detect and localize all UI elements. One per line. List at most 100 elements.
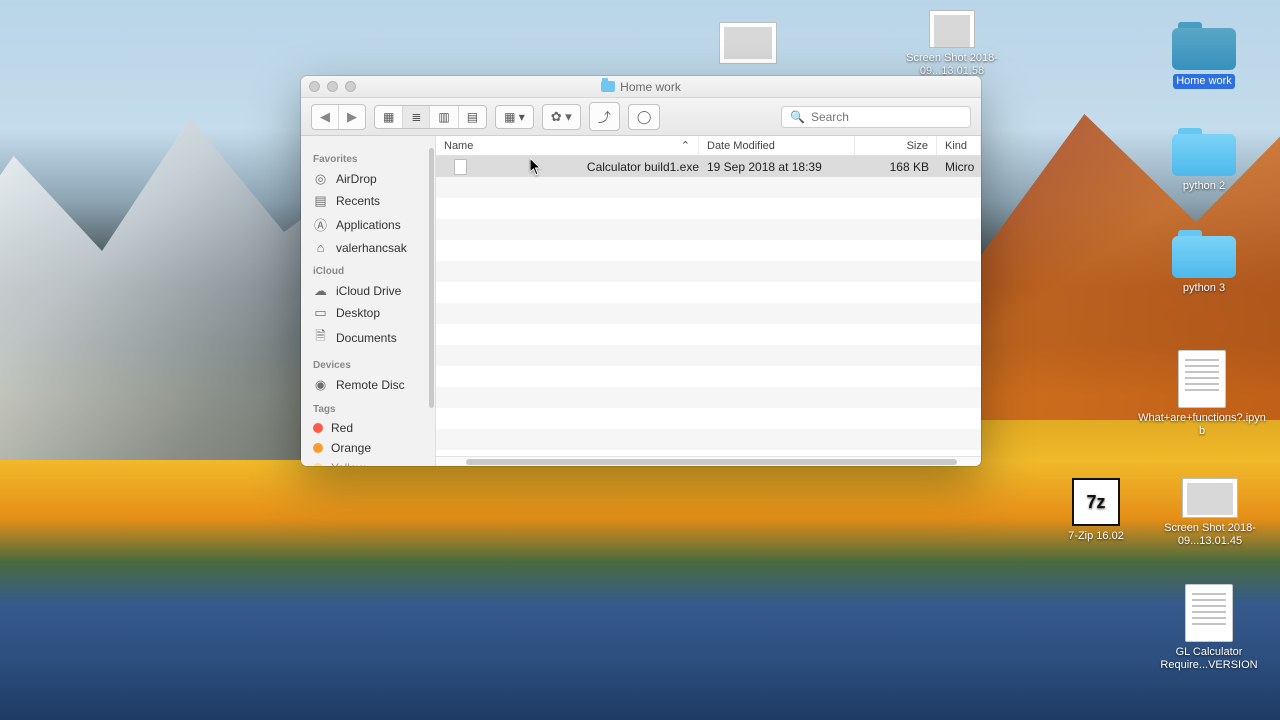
desktop-folder-python2[interactable]: python 2	[1156, 128, 1252, 193]
sidebar-label: Desktop	[336, 306, 380, 320]
col-kind[interactable]: Kind	[937, 136, 981, 155]
col-date[interactable]: Date Modified	[699, 136, 855, 155]
folder-icon	[1172, 128, 1236, 176]
back-button[interactable]: ◀	[312, 105, 339, 129]
file-icon	[454, 159, 467, 175]
sidebar-item-applications[interactable]: Ⓐ Applications	[301, 212, 435, 237]
sidebar-item-user[interactable]: ⌂ valerhancsak	[301, 237, 435, 258]
sidebar-label: valerhancsak	[336, 241, 407, 255]
file-size: 168 KB	[855, 160, 937, 174]
action-menu[interactable]: ✿ ▾	[542, 104, 581, 130]
recents-icon: ▤	[313, 193, 328, 209]
sidebar-label: Yellow	[331, 461, 365, 466]
sidebar-item-icloud-drive[interactable]: ☁ iCloud Drive	[301, 280, 435, 302]
sidebar-item-remote-disc[interactable]: ◉ Remote Disc	[301, 374, 435, 396]
desktop-folder-python3[interactable]: python 3	[1156, 230, 1252, 295]
applications-icon: Ⓐ	[313, 215, 328, 234]
tag-dot-yellow	[313, 463, 323, 466]
icon-label: python 3	[1156, 282, 1252, 295]
airdrop-icon: ◎	[313, 171, 328, 187]
image-thumbnail-icon	[719, 22, 777, 64]
image-thumbnail-icon	[1182, 478, 1238, 518]
desktop-7zip[interactable]: 7z 7-Zip 16.02	[1048, 478, 1144, 543]
sidebar-item-airdrop[interactable]: ◎ AirDrop	[301, 168, 435, 190]
view-list[interactable]: ≣	[403, 106, 430, 128]
sidebar-label: Applications	[336, 218, 401, 232]
desktop-screenshot-right[interactable]: Screen Shot 2018-09...13.01.45	[1162, 478, 1258, 548]
sidebar-label: iCloud Drive	[336, 284, 401, 298]
document-icon	[1178, 350, 1226, 408]
desktop-thumbnail-1[interactable]	[700, 22, 796, 64]
tags-button[interactable]: ◯	[628, 104, 661, 130]
nav-buttons: ◀ ▶	[311, 104, 366, 130]
titlebar-folder-icon	[601, 81, 615, 92]
document-icon	[1185, 584, 1233, 642]
view-gallery[interactable]: ▤	[459, 106, 486, 128]
sidebar-label: Documents	[336, 331, 397, 345]
search-field[interactable]: 🔍	[781, 106, 971, 128]
window-title: Home work	[620, 80, 681, 94]
finder-content: Name ⌃ Date Modified Size Kind Calculato…	[436, 136, 981, 466]
sidebar-heading-icloud: iCloud	[301, 258, 435, 280]
tag-dot-red	[313, 423, 323, 433]
sidebar-item-documents[interactable]: 🗎 Documents	[301, 324, 435, 352]
image-thumbnail-icon	[929, 10, 975, 48]
sidebar-label: Orange	[331, 441, 371, 455]
share-button[interactable]: ⤴	[589, 102, 620, 131]
icon-label: python 2	[1156, 180, 1252, 193]
sidebar-tag-orange[interactable]: Orange	[301, 438, 435, 458]
sidebar-label: Remote Disc	[336, 378, 405, 392]
sidebar-tag-red[interactable]: Red	[301, 418, 435, 438]
close-button[interactable]	[309, 81, 320, 92]
folder-icon	[1172, 22, 1236, 70]
icon-label: Screen Shot 2018-09...13.01.45	[1162, 522, 1258, 548]
search-icon: 🔍	[790, 110, 805, 124]
sidebar-tag-yellow[interactable]: Yellow	[301, 458, 435, 466]
file-kind: Micro	[937, 160, 981, 174]
file-row[interactable]: Calculator build1.exe 19 Sep 2018 at 18:…	[436, 156, 981, 177]
sidebar-label: Red	[331, 421, 353, 435]
documents-icon: 🗎	[313, 327, 328, 349]
file-date: 19 Sep 2018 at 18:39	[699, 160, 855, 174]
sidebar-item-desktop[interactable]: ▭ Desktop	[301, 302, 435, 324]
sidebar-label: Recents	[336, 194, 380, 208]
col-label: Name	[444, 140, 473, 152]
horizontal-scrollbar[interactable]	[436, 456, 981, 466]
window-titlebar[interactable]: Home work	[301, 76, 981, 98]
icon-label: GL Calculator Require...VERSION	[1154, 646, 1264, 672]
cloud-icon: ☁	[313, 283, 328, 299]
sort-indicator-icon: ⌃	[681, 139, 690, 152]
sidebar-item-recents[interactable]: ▤ Recents	[301, 190, 435, 212]
view-icons[interactable]: ▦	[375, 106, 403, 128]
icon-label: Screen Shot 2018-09...13.01.58	[904, 52, 1000, 78]
col-name[interactable]: Name ⌃	[436, 136, 699, 155]
tag-dot-orange	[313, 443, 323, 453]
disc-icon: ◉	[313, 377, 328, 393]
desktop-file-ipynb[interactable]: What+are+functions?.ipynb	[1136, 350, 1268, 438]
finder-window[interactable]: Home work ◀ ▶ ▦ ≣ ▥ ▤ ▦ ▾ ✿ ▾ ⤴ ◯ 🔍 Favo…	[301, 76, 981, 466]
desktop-folder-home-work[interactable]: Home work	[1156, 22, 1252, 89]
desktop-file-gl-calc[interactable]: GL Calculator Require...VERSION	[1154, 584, 1264, 672]
arrange-menu[interactable]: ▦ ▾	[495, 105, 534, 129]
file-list[interactable]: Calculator build1.exe 19 Sep 2018 at 18:…	[436, 156, 981, 456]
desktop-icon: ▭	[313, 305, 328, 321]
view-columns[interactable]: ▥	[430, 106, 458, 128]
column-headers: Name ⌃ Date Modified Size Kind	[436, 136, 981, 156]
col-size[interactable]: Size	[855, 136, 937, 155]
sidebar-heading-devices: Devices	[301, 352, 435, 374]
forward-button[interactable]: ▶	[339, 105, 365, 129]
sidebar-label: AirDrop	[336, 172, 377, 186]
zoom-button[interactable]	[345, 81, 356, 92]
desktop-screenshot-top[interactable]: Screen Shot 2018-09...13.01.58	[904, 10, 1000, 78]
icon-label: What+are+functions?.ipynb	[1136, 412, 1268, 438]
finder-toolbar: ◀ ▶ ▦ ≣ ▥ ▤ ▦ ▾ ✿ ▾ ⤴ ◯ 🔍	[301, 98, 981, 136]
minimize-button[interactable]	[327, 81, 338, 92]
home-icon: ⌂	[313, 240, 328, 255]
file-name: Calculator build1.exe	[587, 160, 699, 174]
search-input[interactable]	[811, 110, 962, 124]
icon-label: 7-Zip 16.02	[1048, 530, 1144, 543]
folder-icon	[1172, 230, 1236, 278]
traffic-lights	[309, 81, 356, 92]
finder-sidebar[interactable]: Favorites ◎AirDrop ▤Recents ⒶApplication…	[301, 136, 436, 466]
sidebar-heading-tags: Tags	[301, 396, 435, 418]
